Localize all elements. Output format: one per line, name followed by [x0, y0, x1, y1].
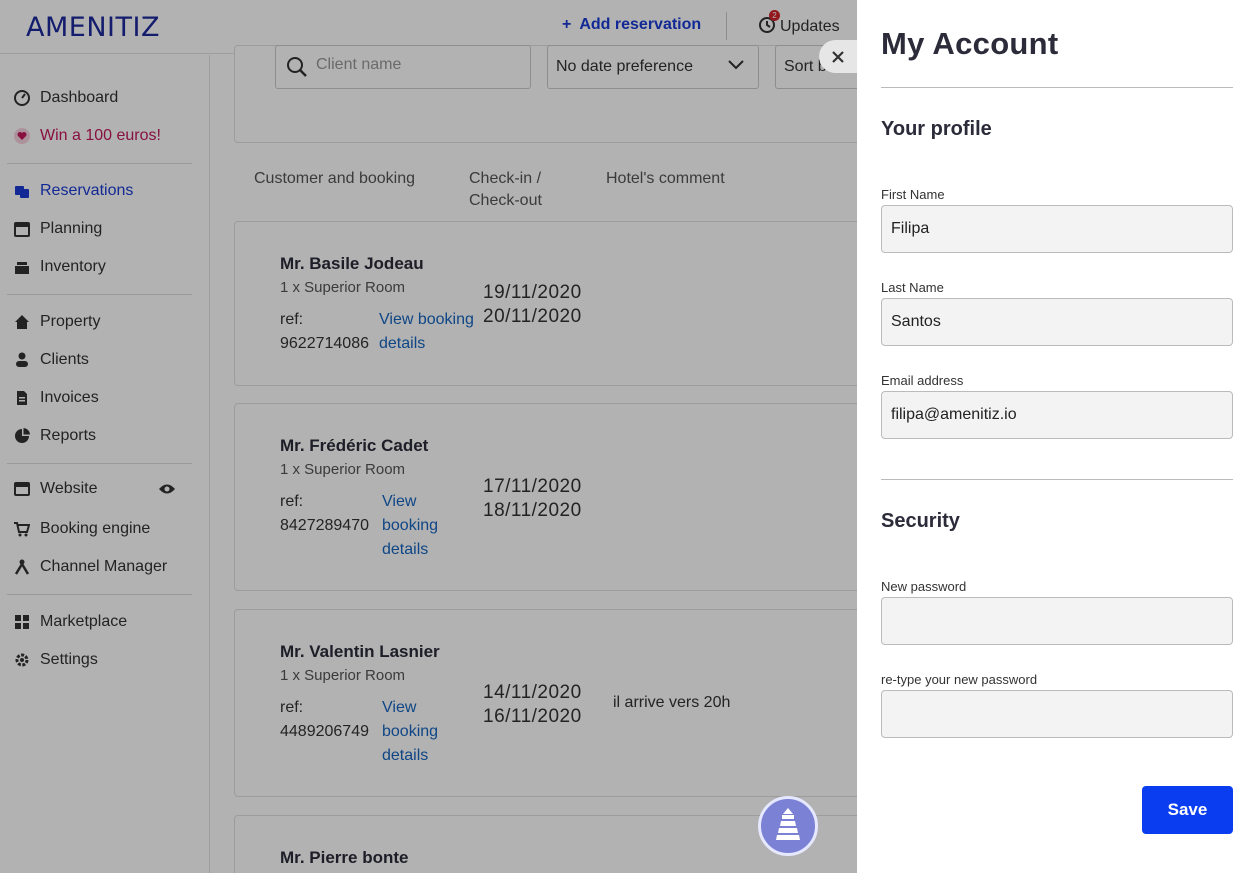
- last-name-field[interactable]: [881, 298, 1233, 346]
- new-password-label: New password: [881, 579, 967, 594]
- first-name-field[interactable]: [881, 205, 1233, 253]
- close-drawer-button[interactable]: [819, 40, 857, 73]
- divider: [881, 87, 1233, 88]
- divider: [881, 479, 1233, 480]
- profile-section-title: Your profile: [881, 118, 992, 140]
- retype-password-label: re-type your new password: [881, 672, 1038, 687]
- my-account-drawer: My Account Your profile First Name Last …: [857, 0, 1247, 873]
- last-name-label: Last Name: [881, 280, 944, 295]
- save-button[interactable]: Save: [1142, 786, 1233, 834]
- lighthouse-icon: [776, 808, 800, 840]
- retype-password-field[interactable]: [881, 690, 1233, 738]
- email-label: Email address: [881, 373, 964, 388]
- email-field[interactable]: [881, 391, 1233, 439]
- modal-overlay[interactable]: [0, 0, 857, 873]
- chat-widget-button[interactable]: [758, 796, 818, 856]
- close-icon: [832, 50, 844, 63]
- security-section-title: Security: [881, 510, 960, 532]
- drawer-title: My Account: [881, 26, 1059, 61]
- first-name-label: First Name: [881, 187, 945, 202]
- new-password-field[interactable]: [881, 597, 1233, 645]
